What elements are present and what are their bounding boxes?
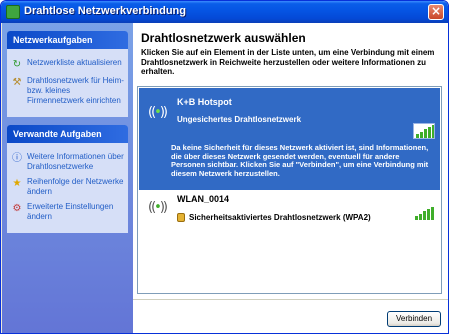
network-item-kb-hotspot[interactable]: ((•)) K+B Hotspot Ungesichertes Drahtlos… (139, 88, 440, 190)
task-label: Erweiterte Einstellungen ändern (27, 202, 114, 221)
network-name: WLAN_0014 (177, 194, 230, 204)
lock-icon (177, 213, 185, 222)
network-info-text: Da keine Sicherheit für dieses Netzwerk … (171, 143, 429, 178)
refresh-icon: ↻ (12, 59, 22, 70)
network-list[interactable]: ((•)) K+B Hotspot Ungesichertes Drahtlos… (137, 86, 442, 294)
title-bar[interactable]: Drahtlose Netzwerkverbindung × (1, 1, 448, 23)
wireless-antenna-icon: ((•)) (148, 105, 168, 120)
wireless-connection-window: Drahtlose Netzwerkverbindung × Netzwerka… (0, 0, 449, 334)
task-label: Reihenfolge der Netzwerke ändern (27, 177, 124, 196)
main-panel: Drahtlosnetzwerk auswählen Klicken Sie a… (133, 23, 448, 333)
window-title: Drahtlose Netzwerkverbindung (24, 5, 186, 17)
signal-strength-icon (413, 123, 435, 139)
star-icon: ★ (12, 178, 22, 189)
task-setup-wireless-network[interactable]: ⚒ Drahtlosnetzwerk für Heim- bzw. kleine… (11, 76, 124, 106)
network-name: K+B Hotspot (177, 97, 232, 107)
task-refresh-network-list[interactable]: ↻ Netzwerkliste aktualisieren (11, 58, 124, 71)
task-label: Netzwerkliste aktualisieren (27, 58, 122, 67)
setup-wizard-icon: ⚒ (12, 77, 22, 88)
related-tasks-group: Verwandte Aufgaben ⓘ Weitere Information… (7, 125, 128, 233)
task-pane: Netzwerkaufgaben ↻ Netzwerkliste aktuali… (2, 23, 133, 333)
signal-strength-icon (415, 206, 435, 220)
footer-divider (133, 299, 448, 300)
network-tasks-group: Netzwerkaufgaben ↻ Netzwerkliste aktuali… (7, 31, 128, 117)
task-change-advanced-settings[interactable]: ⚙ Erweiterte Einstellungen ändern (11, 202, 124, 222)
info-icon: ⓘ (12, 153, 22, 164)
task-change-network-order[interactable]: ★ Reihenfolge der Netzwerke ändern (11, 177, 124, 197)
page-description: Klicken Sie auf ein Element in der Liste… (141, 48, 435, 76)
network-security: Ungesichertes Drahtlosnetzwerk (177, 115, 302, 124)
network-tasks-heading[interactable]: Netzwerkaufgaben (7, 31, 128, 49)
network-item-wlan-0014[interactable]: ((•)) WLAN_0014 Sicherheitsaktiviertes D… (139, 191, 440, 229)
task-more-information[interactable]: ⓘ Weitere Informationen über Drahtlosnet… (11, 152, 124, 172)
settings-icon: ⚙ (12, 203, 22, 214)
connect-button[interactable]: Verbinden (387, 311, 441, 327)
close-button[interactable]: × (428, 4, 444, 20)
page-title: Drahtlosnetzwerk auswählen (141, 31, 306, 45)
task-label: Weitere Informationen über Drahtlosnetzw… (27, 152, 124, 171)
wireless-antenna-icon: ((•)) (148, 200, 168, 215)
network-security: Sicherheitsaktiviertes Drahtlosnetzwerk … (189, 213, 371, 222)
task-label: Drahtlosnetzwerk für Heim- bzw. kleines … (27, 76, 124, 105)
wireless-network-icon (6, 5, 20, 19)
related-tasks-heading[interactable]: Verwandte Aufgaben (7, 125, 128, 143)
